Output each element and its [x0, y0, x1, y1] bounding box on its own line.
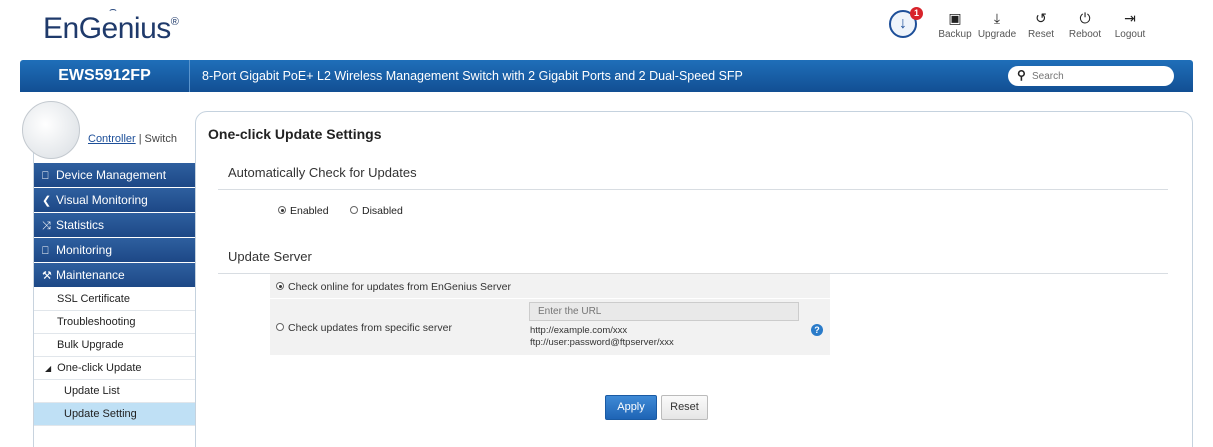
wrench-icon: ⚒: [42, 270, 52, 282]
url-hint-http: http://example.com/xxx: [530, 325, 628, 336]
monitor-icon: ⎕: [42, 245, 49, 257]
reset-icon: ↺: [1035, 10, 1047, 26]
controller-link[interactable]: Controller: [88, 133, 136, 145]
sidebar-item-update-setting[interactable]: Update Setting: [34, 403, 196, 426]
sidebar-item-label: Maintenance: [56, 268, 125, 282]
wifi-icon: ⌢: [109, 2, 117, 16]
save-icon: ▣: [948, 10, 962, 26]
disabled-label: Disabled: [362, 205, 403, 217]
sidebar-item-label: Monitoring: [56, 243, 113, 257]
engenius-logo: ⌢ EnGenius®: [43, 2, 179, 46]
sidebar-item-troubleshooting[interactable]: Troubleshooting: [34, 311, 196, 334]
switch-link[interactable]: Switch: [145, 133, 177, 145]
main-panel: One-click Update Settings Automatically …: [195, 111, 1193, 447]
backup-label: Backup: [938, 29, 972, 40]
reset-button[interactable]: ↺ Reset: [1019, 10, 1063, 40]
upgrade-label: Upgrade: [977, 29, 1017, 40]
apply-button[interactable]: Apply: [605, 395, 657, 420]
power-icon: ⏻: [1079, 10, 1091, 26]
reboot-label: Reboot: [1068, 29, 1102, 40]
radio-selected-icon: [278, 206, 286, 214]
sidebar-item-label: One-click Update: [57, 362, 142, 374]
sidebar-item-device-management[interactable]: ⎕ Device Management: [34, 163, 196, 187]
sidebar-item-update-list[interactable]: Update List: [34, 380, 196, 403]
enabled-label: Enabled: [290, 205, 329, 217]
sidebar-item-label: Visual Monitoring: [56, 193, 148, 207]
header: ⌢ EnGenius® ↓ 1 ▣ Backup ⤓ Upgrade ↺ Res…: [18, 0, 1195, 60]
model-name: EWS5912FP: [20, 60, 190, 92]
engenius-server-label: Check online for updates from EnGenius S…: [288, 281, 511, 293]
sidebar: Controller | Switch ⎕ Device Management ❮ Vi…: [22, 101, 196, 447]
mode-switch: Controller | Switch: [88, 133, 177, 145]
row-divider: [270, 298, 830, 299]
url-hint-ftp: ftp://user:password@ftpserver/xxx: [530, 337, 674, 348]
logout-icon: ⇥: [1124, 10, 1136, 26]
help-icon[interactable]: ?: [811, 324, 823, 336]
specific-server-label: Check updates from specific server: [288, 322, 452, 334]
search-input[interactable]: [1032, 69, 1162, 83]
alert-badge: 1: [910, 7, 923, 20]
radio-unselected-icon: [350, 206, 358, 214]
reset-label: Reset: [1027, 29, 1055, 40]
update-server-heading: Update Server: [228, 249, 312, 264]
upgrade-icon: ⤓: [993, 10, 1001, 26]
auto-check-disabled-radio[interactable]: Disabled: [350, 205, 403, 217]
reset-form-button[interactable]: Reset: [661, 395, 708, 420]
share-icon: ❮: [42, 195, 52, 207]
logout-label: Logout: [1114, 29, 1146, 40]
sidebar-item-maintenance[interactable]: ⚒ Maintenance: [34, 263, 196, 287]
sidebar-item-monitoring[interactable]: ⎕ Monitoring: [34, 238, 196, 262]
search-icon: ⚲: [1017, 68, 1026, 82]
logout-button[interactable]: ⇥ Logout: [1108, 10, 1152, 40]
top-bar: EWS5912FP 8-Port Gigabit PoE+ L2 Wireles…: [20, 60, 1193, 92]
backup-button[interactable]: ▣ Backup: [933, 10, 977, 40]
device-icon: ⎕: [42, 170, 49, 182]
sidebar-item-one-click-update[interactable]: ◢ One-click Update: [34, 357, 196, 380]
sidebar-item-bulk-upgrade[interactable]: Bulk Upgrade: [34, 334, 196, 357]
logo-text: EnGenius: [43, 12, 171, 45]
sidebar-item-visual-monitoring[interactable]: ❮ Visual Monitoring: [34, 188, 196, 212]
shuffle-icon: ⤨: [42, 220, 51, 232]
update-server-options: Check online for updates from EnGenius S…: [270, 273, 830, 355]
registered-mark: ®: [170, 16, 179, 28]
sidebar-nav: ⎕ Device Management ❮ Visual Monitoring ⤨ S…: [34, 163, 196, 426]
sidebar-item-ssl-certificate[interactable]: SSL Certificate: [34, 288, 196, 311]
upgrade-button[interactable]: ⤓ Upgrade: [975, 10, 1019, 40]
search-box[interactable]: ⚲: [1008, 66, 1174, 86]
device-avatar: [22, 101, 80, 159]
sidebar-item-label: Device Management: [56, 168, 167, 182]
section-divider: [218, 189, 1168, 190]
page-title: One-click Update Settings: [208, 126, 382, 142]
radio-unselected-icon: [276, 323, 284, 331]
collapse-triangle-icon: ◢: [45, 364, 52, 373]
auto-check-enabled-radio[interactable]: Enabled: [278, 205, 329, 217]
sidebar-item-label: Statistics: [56, 218, 105, 232]
specific-server-radio[interactable]: Check updates from specific server: [276, 322, 452, 334]
auto-check-heading: Automatically Check for Updates: [228, 165, 417, 180]
reboot-button[interactable]: ⏻ Reboot: [1063, 10, 1107, 40]
radio-selected-icon: [276, 282, 284, 290]
sidebar-item-statistics[interactable]: ⤨ Statistics: [34, 213, 196, 237]
url-input[interactable]: [529, 302, 799, 321]
mode-separator: |: [138, 133, 142, 145]
model-description: 8-Port Gigabit PoE+ L2 Wireless Manageme…: [202, 69, 743, 83]
engenius-server-radio[interactable]: Check online for updates from EnGenius S…: [276, 281, 511, 293]
